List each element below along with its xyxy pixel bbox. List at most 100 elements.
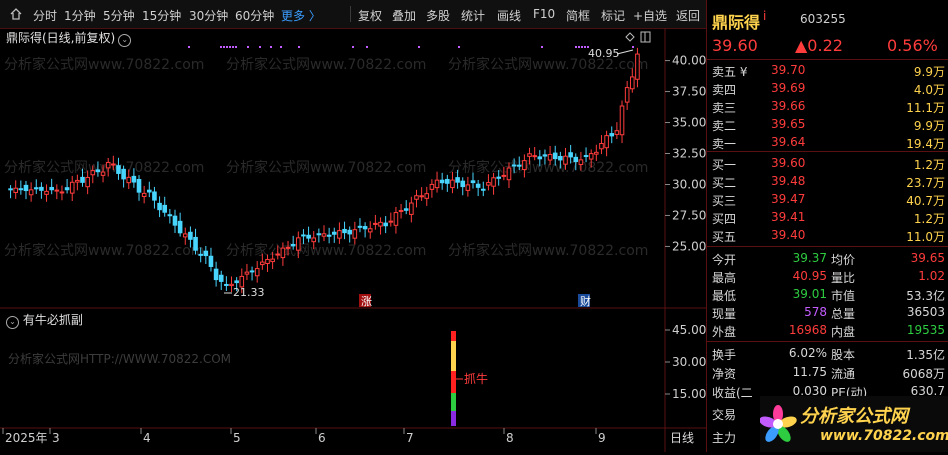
candle-body	[516, 164, 522, 167]
candle-body	[326, 234, 332, 237]
signal-dot	[223, 46, 225, 48]
candle-body	[331, 231, 337, 235]
candle-body	[249, 270, 255, 273]
candle-body	[69, 181, 75, 194]
candle-body	[131, 175, 137, 183]
candle-body	[224, 283, 229, 286]
f10-button[interactable]: F10	[533, 7, 555, 21]
price-axis-label: 35.00	[672, 116, 706, 130]
simple-frame-button[interactable]: 简框	[566, 7, 590, 24]
stats-button[interactable]: 统计	[461, 7, 485, 24]
mark-button[interactable]: 标记	[601, 7, 625, 24]
candle-body	[434, 179, 440, 189]
candle-body	[383, 222, 388, 227]
multi-stock-button[interactable]: 多股	[426, 7, 450, 24]
candle-body	[28, 189, 34, 196]
info-flag-icon[interactable]: i	[763, 9, 766, 23]
sub-axis-label: 45.00	[672, 323, 706, 337]
candle-body	[414, 195, 419, 200]
candle-body	[475, 183, 481, 188]
candle-body	[568, 152, 573, 158]
candle-body	[609, 133, 615, 137]
logo-text: 分析家公式网	[800, 406, 908, 427]
stat-value: 19535	[906, 323, 945, 337]
divider	[707, 151, 948, 152]
sub-chart-watermark: 分析家公式网HTTP://WWW.70822.COM	[8, 352, 232, 366]
candle-body	[100, 171, 106, 176]
stat-label: 股本	[831, 348, 856, 362]
candle-body	[465, 184, 471, 191]
stat-row: 今开 39.37 均价 39.65	[707, 250, 948, 267]
candle-body	[522, 160, 527, 171]
candle-body	[455, 177, 460, 183]
panel-toggle-icon[interactable]	[640, 31, 651, 43]
add-favorite-button[interactable]: +自选	[633, 7, 667, 24]
tab-60min[interactable]: 60分钟	[235, 7, 274, 24]
signal-dot	[235, 46, 237, 48]
tab-5min[interactable]: 5分钟	[103, 7, 135, 24]
draw-line-button[interactable]: 画线	[497, 7, 521, 24]
bid-row: 买二 39.48 23.7万	[707, 173, 948, 190]
kline-chart[interactable]: 40.00 37.50 35.00 32.50 30.00 27.50 25.00 40.9…	[0, 28, 706, 452]
candle-body	[547, 154, 553, 161]
candle-body	[599, 142, 604, 150]
candle-body	[419, 195, 424, 198]
sub-axis-label: 30.00	[672, 355, 706, 369]
tab-1min[interactable]: 1分钟	[64, 7, 96, 24]
signal-dot	[259, 46, 261, 48]
overlay-button[interactable]: 叠加	[392, 7, 416, 24]
stat-value: 40.95	[792, 269, 827, 283]
candle-body	[424, 193, 430, 199]
chevron-down-icon[interactable]: ⌄	[6, 316, 19, 329]
home-icon[interactable]	[8, 6, 24, 25]
sub-chart-title[interactable]: ⌄ 有牛必抓副	[6, 311, 83, 329]
candle-body	[182, 233, 188, 238]
signal-bar-segment	[451, 393, 456, 411]
candle-body	[23, 184, 29, 192]
signal-dot	[220, 46, 222, 48]
candle-body	[75, 179, 80, 183]
cai-marker-label: 财	[580, 294, 591, 308]
candle-body	[342, 228, 347, 234]
back-button[interactable]: 返回	[676, 7, 700, 24]
low-price-label: 21.33	[233, 286, 265, 299]
stat-row: 最高 40.95 量比 1.02	[707, 268, 948, 285]
signal-dot	[226, 46, 228, 48]
period-label[interactable]: 日线	[670, 431, 694, 445]
more-link[interactable]: 更多 〉	[281, 7, 321, 24]
tab-fenshi[interactable]: 分时	[33, 7, 57, 24]
candle-body	[49, 186, 54, 191]
main-force-label: 主力	[712, 431, 737, 445]
candle-body	[527, 153, 532, 157]
stat-label: 总量	[831, 307, 856, 321]
tab-30min[interactable]: 30分钟	[189, 7, 228, 24]
chart-title: 鼎际得(日线,前复权) ⌄	[6, 29, 132, 47]
candle-body	[558, 155, 563, 161]
candle-body	[635, 53, 640, 80]
stat-label: 均价	[831, 253, 856, 267]
candle-body	[337, 230, 342, 239]
order-volume: 11.1万	[906, 101, 945, 115]
stat-value: 36503	[906, 305, 945, 319]
divider	[707, 59, 948, 60]
candle-body	[234, 280, 239, 284]
tab-15min[interactable]: 15分钟	[142, 7, 181, 24]
chevron-down-icon[interactable]: ⌄	[118, 34, 132, 47]
candle-body	[578, 159, 584, 165]
candle-body	[136, 178, 142, 193]
signal-label: 抓牛	[464, 371, 488, 386]
candle-body	[152, 191, 157, 201]
candle-body	[321, 233, 327, 237]
candle-body	[398, 209, 404, 212]
candle-body	[306, 234, 311, 239]
fuquan-button[interactable]: 复权	[358, 7, 382, 24]
candle-body	[311, 237, 317, 243]
candle-body	[480, 188, 486, 191]
stat-row: 现量 578 总量 36503	[707, 304, 948, 321]
stat-value: 1.35亿	[906, 348, 945, 362]
candle-body	[44, 190, 49, 195]
price-axis-label: 37.50	[672, 85, 706, 99]
candle-body	[506, 167, 512, 181]
diamond-icon[interactable]	[625, 32, 635, 42]
date-axis-label: 5	[233, 431, 241, 445]
